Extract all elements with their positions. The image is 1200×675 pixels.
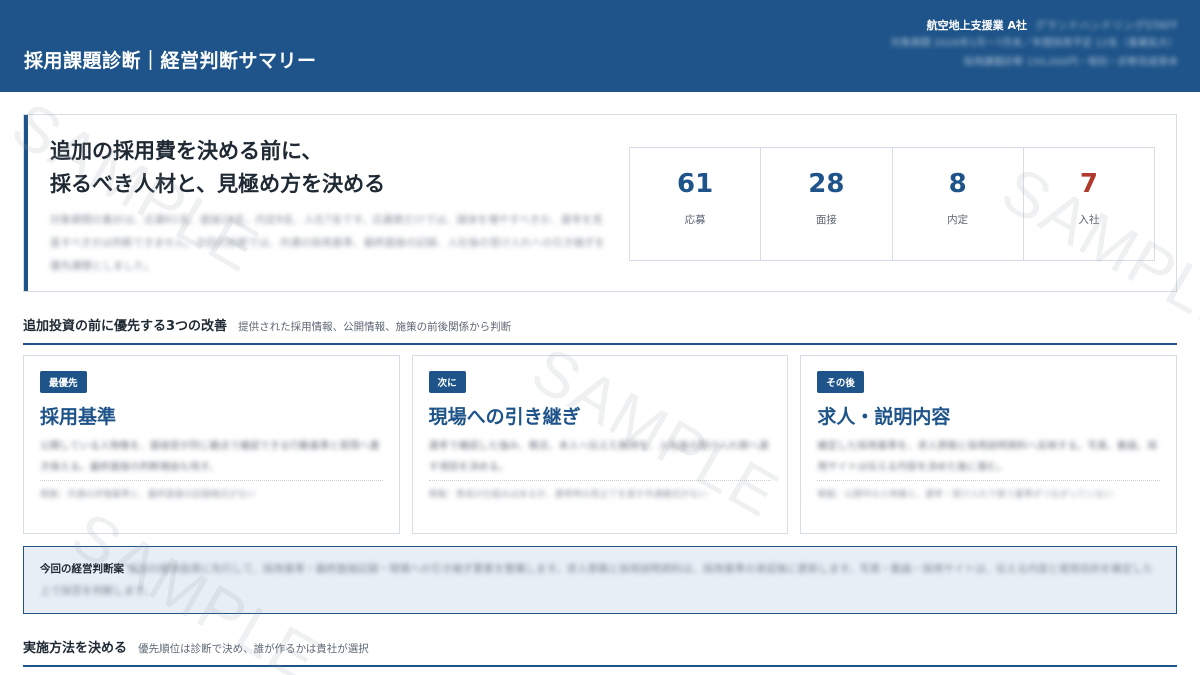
accent-bar [24, 115, 28, 291]
page-title: 採用課題診断｜経営判断サマリー [24, 50, 317, 72]
stat-offers: 8 内定 [893, 148, 1024, 260]
headline-line-2: 採るべき人材と、見極め方を決める [50, 172, 386, 196]
stat-interviews: 28 面接 [761, 148, 893, 260]
card-title: 現場への引き継ぎ [428, 406, 581, 428]
card-title: 採用基準 [40, 406, 117, 428]
section-title: 追加投資の前に優先する3つの改善 [23, 319, 228, 334]
card-rationale: 根拠：共通の評価基準と、最終面接の記録様式がない [40, 490, 256, 500]
summary-panel: 追加の採用費を決める前に、 採るべき人材と、見極め方を決める 対象期間の集計は、… [23, 114, 1177, 292]
hero-description: 対象期間の集計は、応募61名、面接28名、内定8名、入社7名です。応募数だけでは… [50, 214, 606, 272]
hero-headline: 追加の採用費を決める前に、 採るべき人材と、見極め方を決める [50, 135, 385, 201]
priority-badge: 最優先 [40, 371, 87, 393]
section-subtitle: 優先順位は診断で決め、誰が作るかは貴社が選択 [138, 643, 369, 655]
period-line: 対象期間 2026年1月〜7月末／年間採用予定 12名（事業拡大） [890, 38, 1178, 49]
card-rationale: 根拠：育成の仕組みはあるが、選考時の見立てを渡す共通様式がない [428, 490, 708, 500]
stat-value: 28 [808, 169, 845, 199]
stat-label: 入社 [1078, 214, 1100, 226]
card-description: 確定した採用基準を、求人原稿と採用説明資料へ反映する。写真、動画、採用サイトは伝… [817, 441, 1158, 473]
stat-applications: 61 応募 [630, 148, 762, 260]
section-subtitle: 提供された採用情報、公開情報、施策の前後関係から判断 [238, 321, 512, 333]
stat-label: 応募 [684, 214, 706, 226]
company-row: 航空地上支援業 A社 グランドハンドリングSTAFF [891, 18, 1178, 34]
card-description: 公開している人物像を、面接官が同じ観点で確認できる行動基準と質問へ書き換える。最… [40, 441, 380, 473]
stat-value: 7 [1079, 169, 1098, 199]
divider [428, 480, 772, 481]
divider [817, 480, 1161, 481]
card-job-posting: その後 求人・説明内容 確定した採用基準を、求人原稿と採用説明資料へ反映する。写… [800, 355, 1178, 534]
stat-value: 8 [948, 169, 967, 199]
section-title: 実施方法を決める [23, 641, 128, 656]
priority-cards: 最優先 採用基準 公開している人物像を、面接官が同じ観点で確認できる行動基準と質… [23, 355, 1178, 534]
card-rationale: 根拠：公開中の人物像と、選考・受け入れで使う基準がつながっていない [817, 490, 1114, 500]
priority-badge: 次に [428, 371, 466, 393]
page-header: 採用課題診断｜経営判断サマリー 航空地上支援業 A社 グランドハンドリングSTAF… [0, 0, 1200, 92]
card-handover: 次に 現場への引き継ぎ 選考で確認した強み、懸念、本人へ伝えた期待を、入社後の受… [411, 355, 789, 534]
section-priorities-header: 追加投資の前に優先する3つの改善 提供された採用情報、公開情報、施策の前後関係か… [23, 315, 1177, 345]
stat-value: 61 [677, 169, 714, 199]
priority-badge: その後 [817, 371, 864, 393]
divider [40, 480, 383, 481]
stat-label: 面接 [815, 214, 837, 226]
stat-label: 内定 [947, 214, 969, 226]
card-title: 求人・説明内容 [817, 406, 951, 428]
card-description: 選考で確認した強み、懸念、本人へ伝えた期待を、入社後の受け入れ側へ渡す項目を決め… [428, 441, 769, 473]
headline-line-1: 追加の採用費を決める前に、 [50, 139, 323, 163]
company-dept: グランドハンドリングSTAFF [1034, 19, 1178, 32]
card-hiring-criteria: 最優先 採用基準 公開している人物像を、面接官が同じ観点で確認できる行動基準と質… [23, 355, 400, 534]
decision-panel: 今回の経営判断案 追加の媒体投資に先行して、採用基準・最終面接記録・現場への引き… [23, 546, 1177, 614]
company-name: 航空地上支援業 A社 [926, 19, 1027, 32]
stat-hires: 7 入社 [1024, 148, 1154, 260]
section-method-header: 実施方法を決める 優先順位は診断で決め、誰が作るかは貴社が選択 [23, 637, 1177, 667]
decision-label: 今回の経営判断案 [40, 563, 124, 575]
decision-text: 追加の媒体投資に先行して、採用基準・最終面接記録・現場への引き継ぎ要素を整備しま… [40, 563, 1154, 597]
fee-line: 採用課題診断 150,000円・税別・診断完成資本 [963, 57, 1178, 68]
header-meta: 航空地上支援業 A社 グランドハンドリングSTAFF 対象期間 2026年1月〜7… [891, 18, 1178, 72]
funnel-stats: 61 応募 28 面接 8 内定 7 入社 [629, 147, 1155, 261]
